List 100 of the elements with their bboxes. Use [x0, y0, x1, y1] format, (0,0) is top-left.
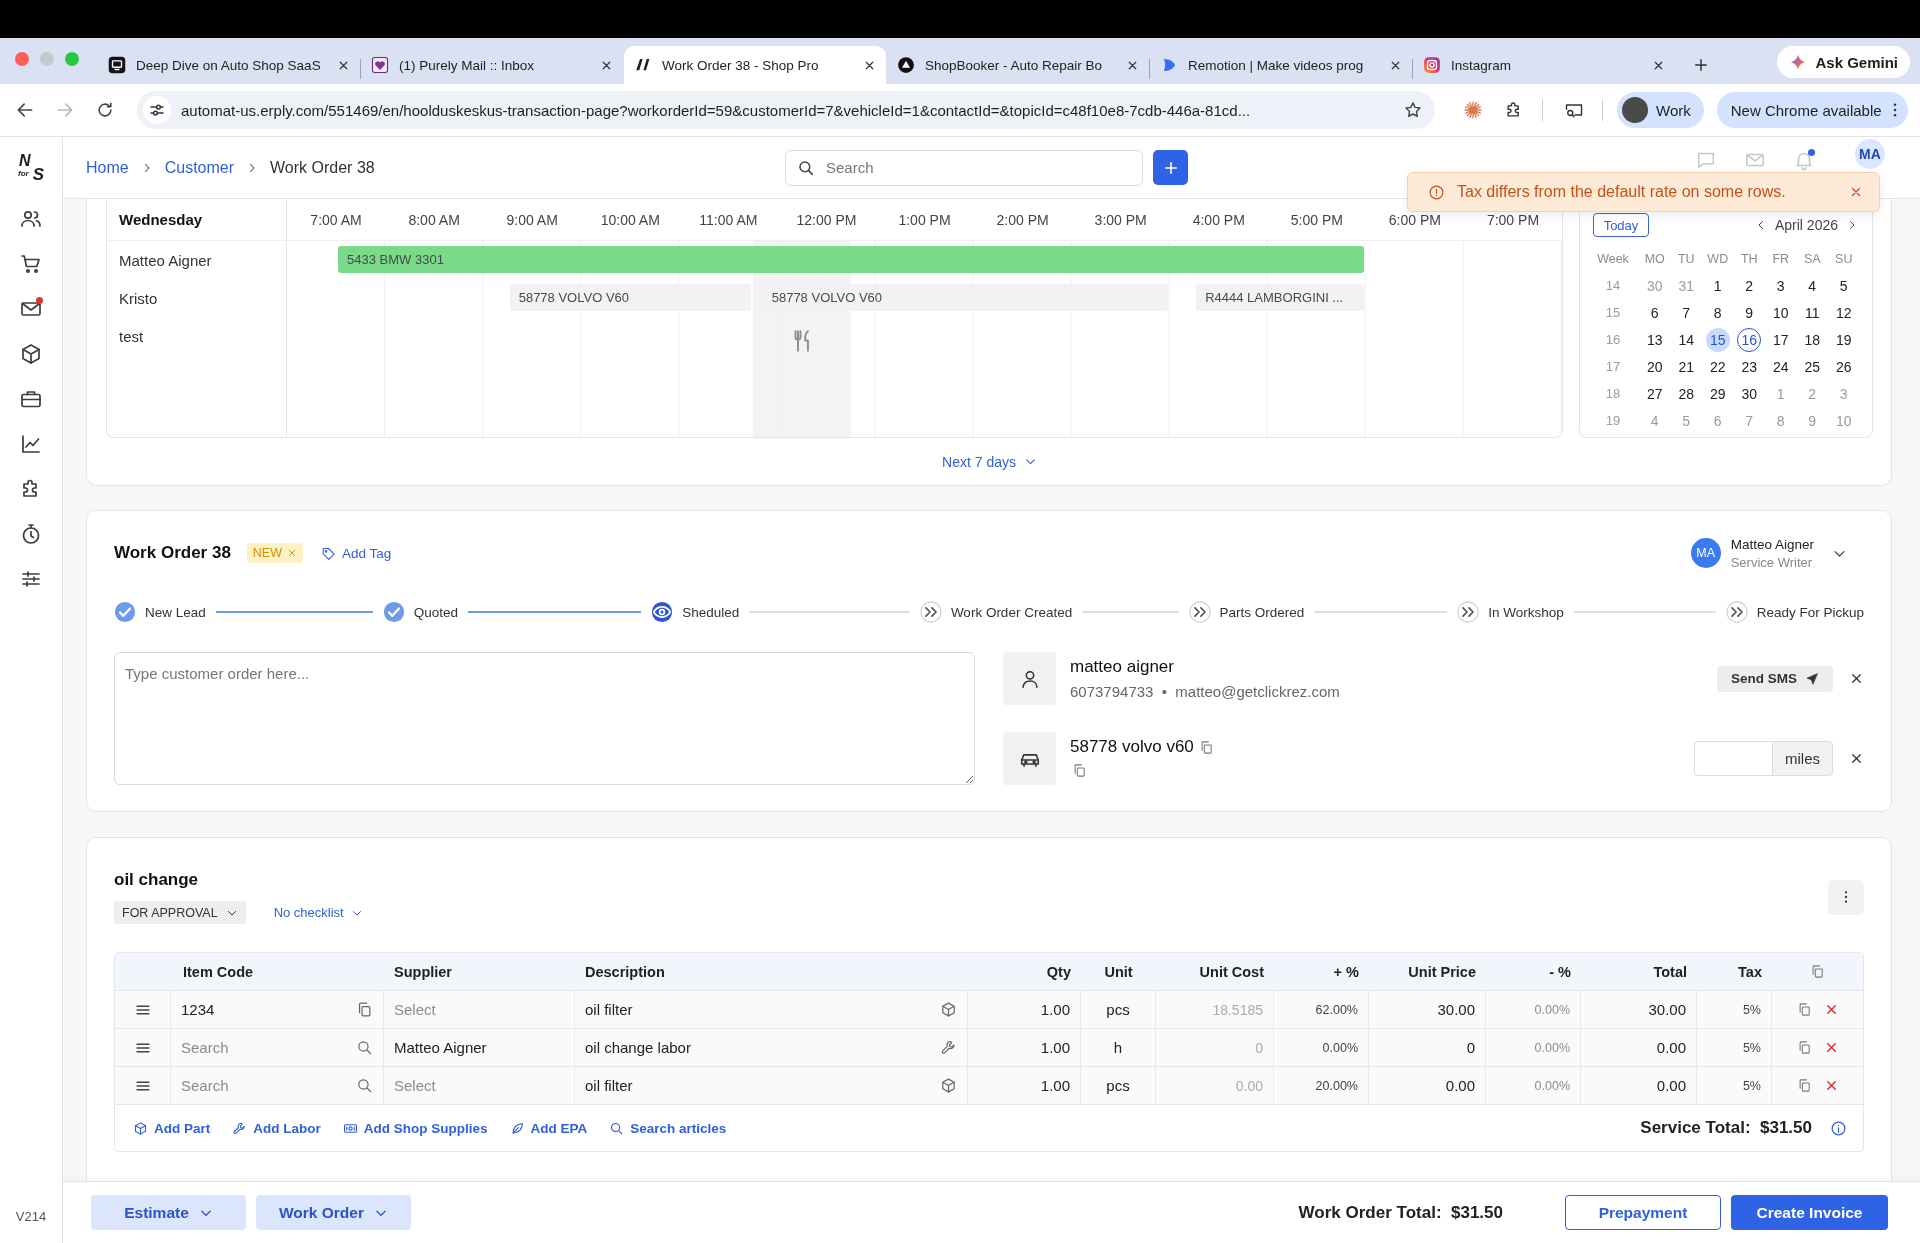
step-label[interactable]: Ready For Pickup	[1756, 604, 1865, 620]
calendar-day[interactable]: 26	[1831, 354, 1856, 379]
calendar-day[interactable]: 5	[1831, 273, 1856, 298]
search-field[interactable]: Search	[785, 149, 1143, 186]
calendar-day[interactable]: 22	[1705, 354, 1730, 379]
description-field[interactable]: oil filter	[575, 1067, 968, 1104]
add-labor-link[interactable]: Add Labor	[232, 1120, 321, 1136]
browser-tab[interactable]: ShopBooker - Auto Repair Bo	[887, 46, 1149, 84]
reload-icon[interactable]	[95, 100, 115, 120]
calendar-day[interactable]: 21	[1674, 354, 1699, 379]
calendar-day[interactable]: 11	[1800, 300, 1825, 325]
browser-tab[interactable]: Instagram	[1413, 46, 1675, 84]
calendar-day[interactable]: 15	[1705, 327, 1730, 352]
calendar-day[interactable]: 1	[1705, 273, 1730, 298]
dropdown-button[interactable]: Estimate	[91, 1195, 246, 1230]
step-label[interactable]: Work Order Created	[950, 604, 1073, 620]
copy-icon[interactable]	[1796, 1078, 1812, 1093]
wrench-icon[interactable]	[940, 1039, 957, 1056]
search-articles-link[interactable]: Search articles	[609, 1120, 727, 1136]
browser-tab[interactable]: Deep Dive on Auto Shop SaaS	[98, 46, 360, 84]
ask-gemini-button[interactable]: Ask Gemini	[1777, 46, 1910, 78]
calendar-day[interactable]: 6	[1642, 300, 1667, 325]
copy-icon[interactable]	[1796, 1040, 1812, 1055]
send-sms-button[interactable]: Send SMS	[1717, 665, 1833, 692]
calendar-day[interactable]: 7	[1674, 300, 1699, 325]
calendar-day[interactable]: 27	[1642, 381, 1667, 406]
calendar-day[interactable]: 18	[1800, 327, 1825, 352]
copy-icon[interactable]	[356, 1001, 373, 1018]
calendar-day[interactable]: 3	[1768, 273, 1793, 298]
calendar-day[interactable]: 12	[1831, 300, 1856, 325]
new-tab-icon[interactable]	[1692, 56, 1710, 74]
bell-icon[interactable]	[1793, 149, 1815, 171]
step-label[interactable]: Parts Ordered	[1219, 604, 1305, 620]
calendar-day[interactable]: 14	[1674, 327, 1699, 352]
profile-button[interactable]: Work	[1617, 92, 1704, 128]
calendar-day[interactable]: 8	[1705, 300, 1730, 325]
browser-tab[interactable]: Remotion | Make videos prog	[1150, 46, 1412, 84]
step-label[interactable]: Sheduled	[682, 604, 740, 620]
add-shop-supplies-link[interactable]: Add Shop Supplies	[342, 1120, 488, 1136]
calendar-day[interactable]: 29	[1705, 381, 1730, 406]
close-icon[interactable]	[1849, 751, 1864, 766]
weekday-label: WD	[1707, 251, 1729, 266]
checklist-dropdown[interactable]: No checklist	[273, 905, 363, 920]
calendar-day[interactable]: 2	[1737, 273, 1762, 298]
hour-label: 4:00 PM	[1192, 211, 1245, 228]
back-icon[interactable]	[15, 100, 35, 120]
copy-icon[interactable]	[1810, 964, 1825, 979]
appointment-block[interactable]: 5433 BMW 3301	[338, 246, 1364, 273]
site-settings-icon[interactable]	[143, 96, 171, 124]
mileage-field[interactable]	[1694, 741, 1772, 776]
user-avatar[interactable]: MA	[1855, 139, 1885, 169]
cube-icon[interactable]	[940, 1077, 957, 1094]
next-days-link[interactable]: Next 7 days	[942, 453, 1037, 470]
order-note-field[interactable]: Type customer order here...	[114, 652, 975, 785]
copy-icon[interactable]	[1198, 739, 1214, 755]
search-icon[interactable]	[356, 1077, 373, 1094]
appointment-block[interactable]: 58778 VOLVO V60	[509, 284, 751, 311]
cart-icon[interactable]	[19, 252, 43, 276]
step-label[interactable]: New Lead	[145, 604, 206, 620]
add-tag-link[interactable]: Add Tag	[321, 545, 392, 561]
calendar-day[interactable]: 4	[1800, 273, 1825, 298]
browser-tab[interactable]: Work Order 38 - Shop Pro	[624, 46, 886, 84]
calendar-day[interactable]: 13	[1642, 327, 1667, 352]
chart-icon[interactable]	[19, 432, 43, 456]
create-invoice-button[interactable]: Create Invoice	[1731, 1195, 1888, 1230]
today-button[interactable]: Today	[1593, 213, 1649, 237]
search-icon[interactable]	[356, 1039, 373, 1056]
update-button[interactable]: New Chrome available	[1716, 92, 1908, 128]
copy-icon[interactable]	[1072, 763, 1087, 778]
step-label[interactable]: In Workshop	[1488, 604, 1564, 620]
prepayment-button[interactable]: Prepayment	[1565, 1195, 1721, 1230]
dropdown-button[interactable]: Work Order	[256, 1195, 411, 1230]
add-part-link[interactable]: Add Part	[133, 1120, 211, 1136]
asterisk-icon[interactable]	[1463, 100, 1483, 120]
cube-icon[interactable]	[19, 342, 43, 366]
bookmark-star-icon[interactable]	[1403, 100, 1423, 120]
calendar-day[interactable]: 25	[1800, 354, 1825, 379]
calendar-day[interactable]: 30	[1737, 381, 1762, 406]
status-dropdown[interactable]: FOR APPROVAL	[114, 901, 246, 924]
calendar-day[interactable]: 10	[1768, 300, 1793, 325]
calendar-day[interactable]: 19	[1831, 327, 1856, 352]
appointment-block[interactable]: R4444 LAMBORGINI ...	[1196, 284, 1364, 311]
browser-tab[interactable]: (1) Purely Mail :: Inbox	[361, 46, 623, 84]
breadcrumb-link[interactable]: Customer	[164, 158, 235, 177]
calendar-day[interactable]: 20	[1642, 354, 1667, 379]
info-icon[interactable]	[1830, 1119, 1847, 1137]
column-header: Total	[1653, 963, 1687, 980]
cube-icon[interactable]	[940, 1001, 957, 1018]
address-bar[interactable]: automat-us.erply.com/551469/en/hoolduskeskus-transaction-page?workorderId=59&customerId=7&vehicleId=1&contactId=&topicId=c48f10e8-7cdb-446a-81cd...	[137, 91, 1435, 129]
calendar-day[interactable]: 17	[1768, 327, 1793, 352]
add-button[interactable]	[1153, 150, 1188, 185]
breadcrumb-link[interactable]: Home	[86, 158, 129, 177]
calendar-day[interactable]: 28	[1674, 381, 1699, 406]
add-epa-link[interactable]: Add EPA	[509, 1120, 588, 1136]
calendar-day[interactable]: 23	[1737, 354, 1762, 379]
close-icon[interactable]	[1849, 671, 1864, 686]
step-label[interactable]: Quoted	[413, 604, 458, 620]
copy-icon[interactable]	[1796, 1002, 1812, 1017]
calendar-day[interactable]: 9	[1737, 300, 1762, 325]
calendar-day[interactable]: 24	[1768, 354, 1793, 379]
